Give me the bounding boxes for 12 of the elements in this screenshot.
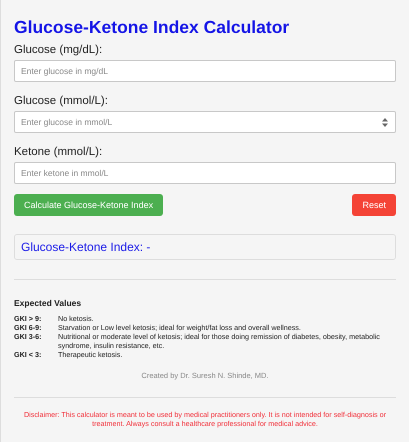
result-text: Glucose-Ketone Index: -	[21, 240, 150, 254]
input-field[interactable]: Enter ketone in mmol/L	[14, 162, 396, 184]
field-label: Glucose (mg/dL):	[14, 43, 104, 57]
section-heading: Expected Values	[14, 298, 82, 308]
page-title: Glucose-Ketone Index Calculator	[14, 16, 290, 38]
spinner-icon[interactable]	[382, 118, 388, 126]
reset-button[interactable]: Reset	[352, 194, 396, 216]
field-label: Glucose (mmol/L):	[14, 94, 109, 108]
calculate-button[interactable]: Calculate Glucose-Ketone Index	[14, 194, 164, 216]
input-field[interactable]: Enter glucose in mmol/L	[14, 111, 396, 133]
field-label: Ketone (mmol/L):	[14, 145, 104, 159]
input-field[interactable]: Enter glucose in mg/dL	[14, 60, 396, 82]
